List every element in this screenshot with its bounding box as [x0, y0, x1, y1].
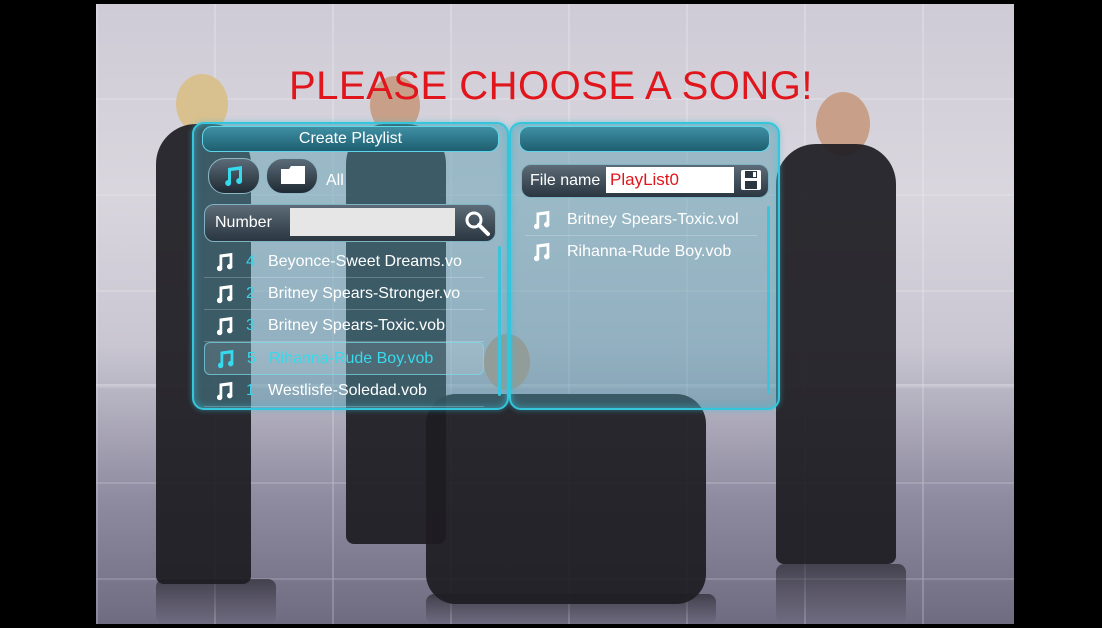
music-note-icon — [533, 242, 550, 261]
music-note-icon — [216, 252, 233, 271]
panel-header-playlist — [519, 126, 770, 152]
number-label: Number — [215, 214, 272, 231]
playlist-scrollbar[interactable] — [767, 206, 770, 394]
song-number: 2 — [246, 284, 255, 302]
panel-header-create-playlist: Create Playlist — [202, 126, 499, 152]
tv-screen: PLEASE CHOOSE A SONG! Create Playlist Al… — [0, 0, 1102, 628]
tab-folder[interactable] — [266, 158, 318, 194]
page-title: PLEASE CHOOSE A SONG! — [288, 64, 813, 108]
song-row[interactable]: 2 Britney Spears-Stronger.vo — [204, 278, 484, 310]
filter-all-label[interactable]: All — [326, 172, 344, 190]
floor-reflection — [776, 564, 906, 624]
folder-icon — [281, 166, 305, 184]
song-number: 5 — [247, 349, 256, 367]
song-name: Rihanna-Rude Boy.vob — [269, 349, 434, 367]
music-note-icon — [216, 316, 233, 335]
song-number: 3 — [246, 316, 255, 334]
playlist-song-name: Britney Spears-Toxic.vol — [567, 210, 739, 228]
number-input[interactable] — [290, 208, 455, 236]
song-list: 4 Beyonce-Sweet Dreams.vo 2 Britney Spea… — [204, 246, 484, 407]
file-name-label: File name — [530, 172, 601, 189]
create-playlist-panel: Create Playlist All Number 4 Beyonce-Swe… — [192, 122, 509, 410]
song-row[interactable]: 3 Britney Spears-Toxic.vob — [204, 310, 484, 342]
file-name-bar: File name PlayList0 — [521, 164, 769, 198]
floor-reflection — [156, 579, 276, 624]
playlist-panel: File name PlayList0 Britney Spears-Toxic… — [509, 122, 780, 410]
floor-reflection — [426, 594, 716, 624]
person-silhouette — [776, 144, 896, 564]
file-name-input[interactable]: PlayList0 — [606, 167, 734, 193]
song-name: Beyonce-Sweet Dreams.vo — [268, 252, 462, 270]
music-note-icon — [533, 210, 550, 229]
person-silhouette — [426, 394, 706, 604]
song-list-scrollbar[interactable] — [498, 246, 501, 396]
song-number: 4 — [246, 252, 255, 270]
playlist-row[interactable]: Britney Spears-Toxic.vol — [525, 204, 757, 236]
song-name: Westlisfe-Soledad.vob — [268, 381, 427, 399]
song-name: Britney Spears-Stronger.vo — [268, 284, 461, 302]
search-icon[interactable] — [463, 209, 491, 237]
number-search-bar: Number — [204, 204, 496, 242]
tab-music[interactable] — [208, 158, 260, 194]
song-row-selected[interactable]: 5 Rihanna-Rude Boy.vob — [204, 342, 484, 375]
song-number: 1 — [246, 381, 255, 399]
music-note-icon — [225, 166, 243, 186]
song-row[interactable]: 4 Beyonce-Sweet Dreams.vo — [204, 246, 484, 278]
song-row[interactable]: 1 Westlisfe-Soledad.vob — [204, 375, 484, 407]
music-note-icon — [216, 381, 233, 400]
playlist-row[interactable]: Rihanna-Rude Boy.vob — [525, 236, 757, 267]
playlist-song-name: Rihanna-Rude Boy.vob — [567, 242, 732, 260]
music-note-icon — [216, 284, 233, 303]
song-name: Britney Spears-Toxic.vob — [268, 316, 445, 334]
playlist-items: Britney Spears-Toxic.vol Rihanna-Rude Bo… — [525, 204, 757, 267]
music-note-icon — [217, 349, 234, 368]
save-icon[interactable] — [740, 169, 762, 191]
